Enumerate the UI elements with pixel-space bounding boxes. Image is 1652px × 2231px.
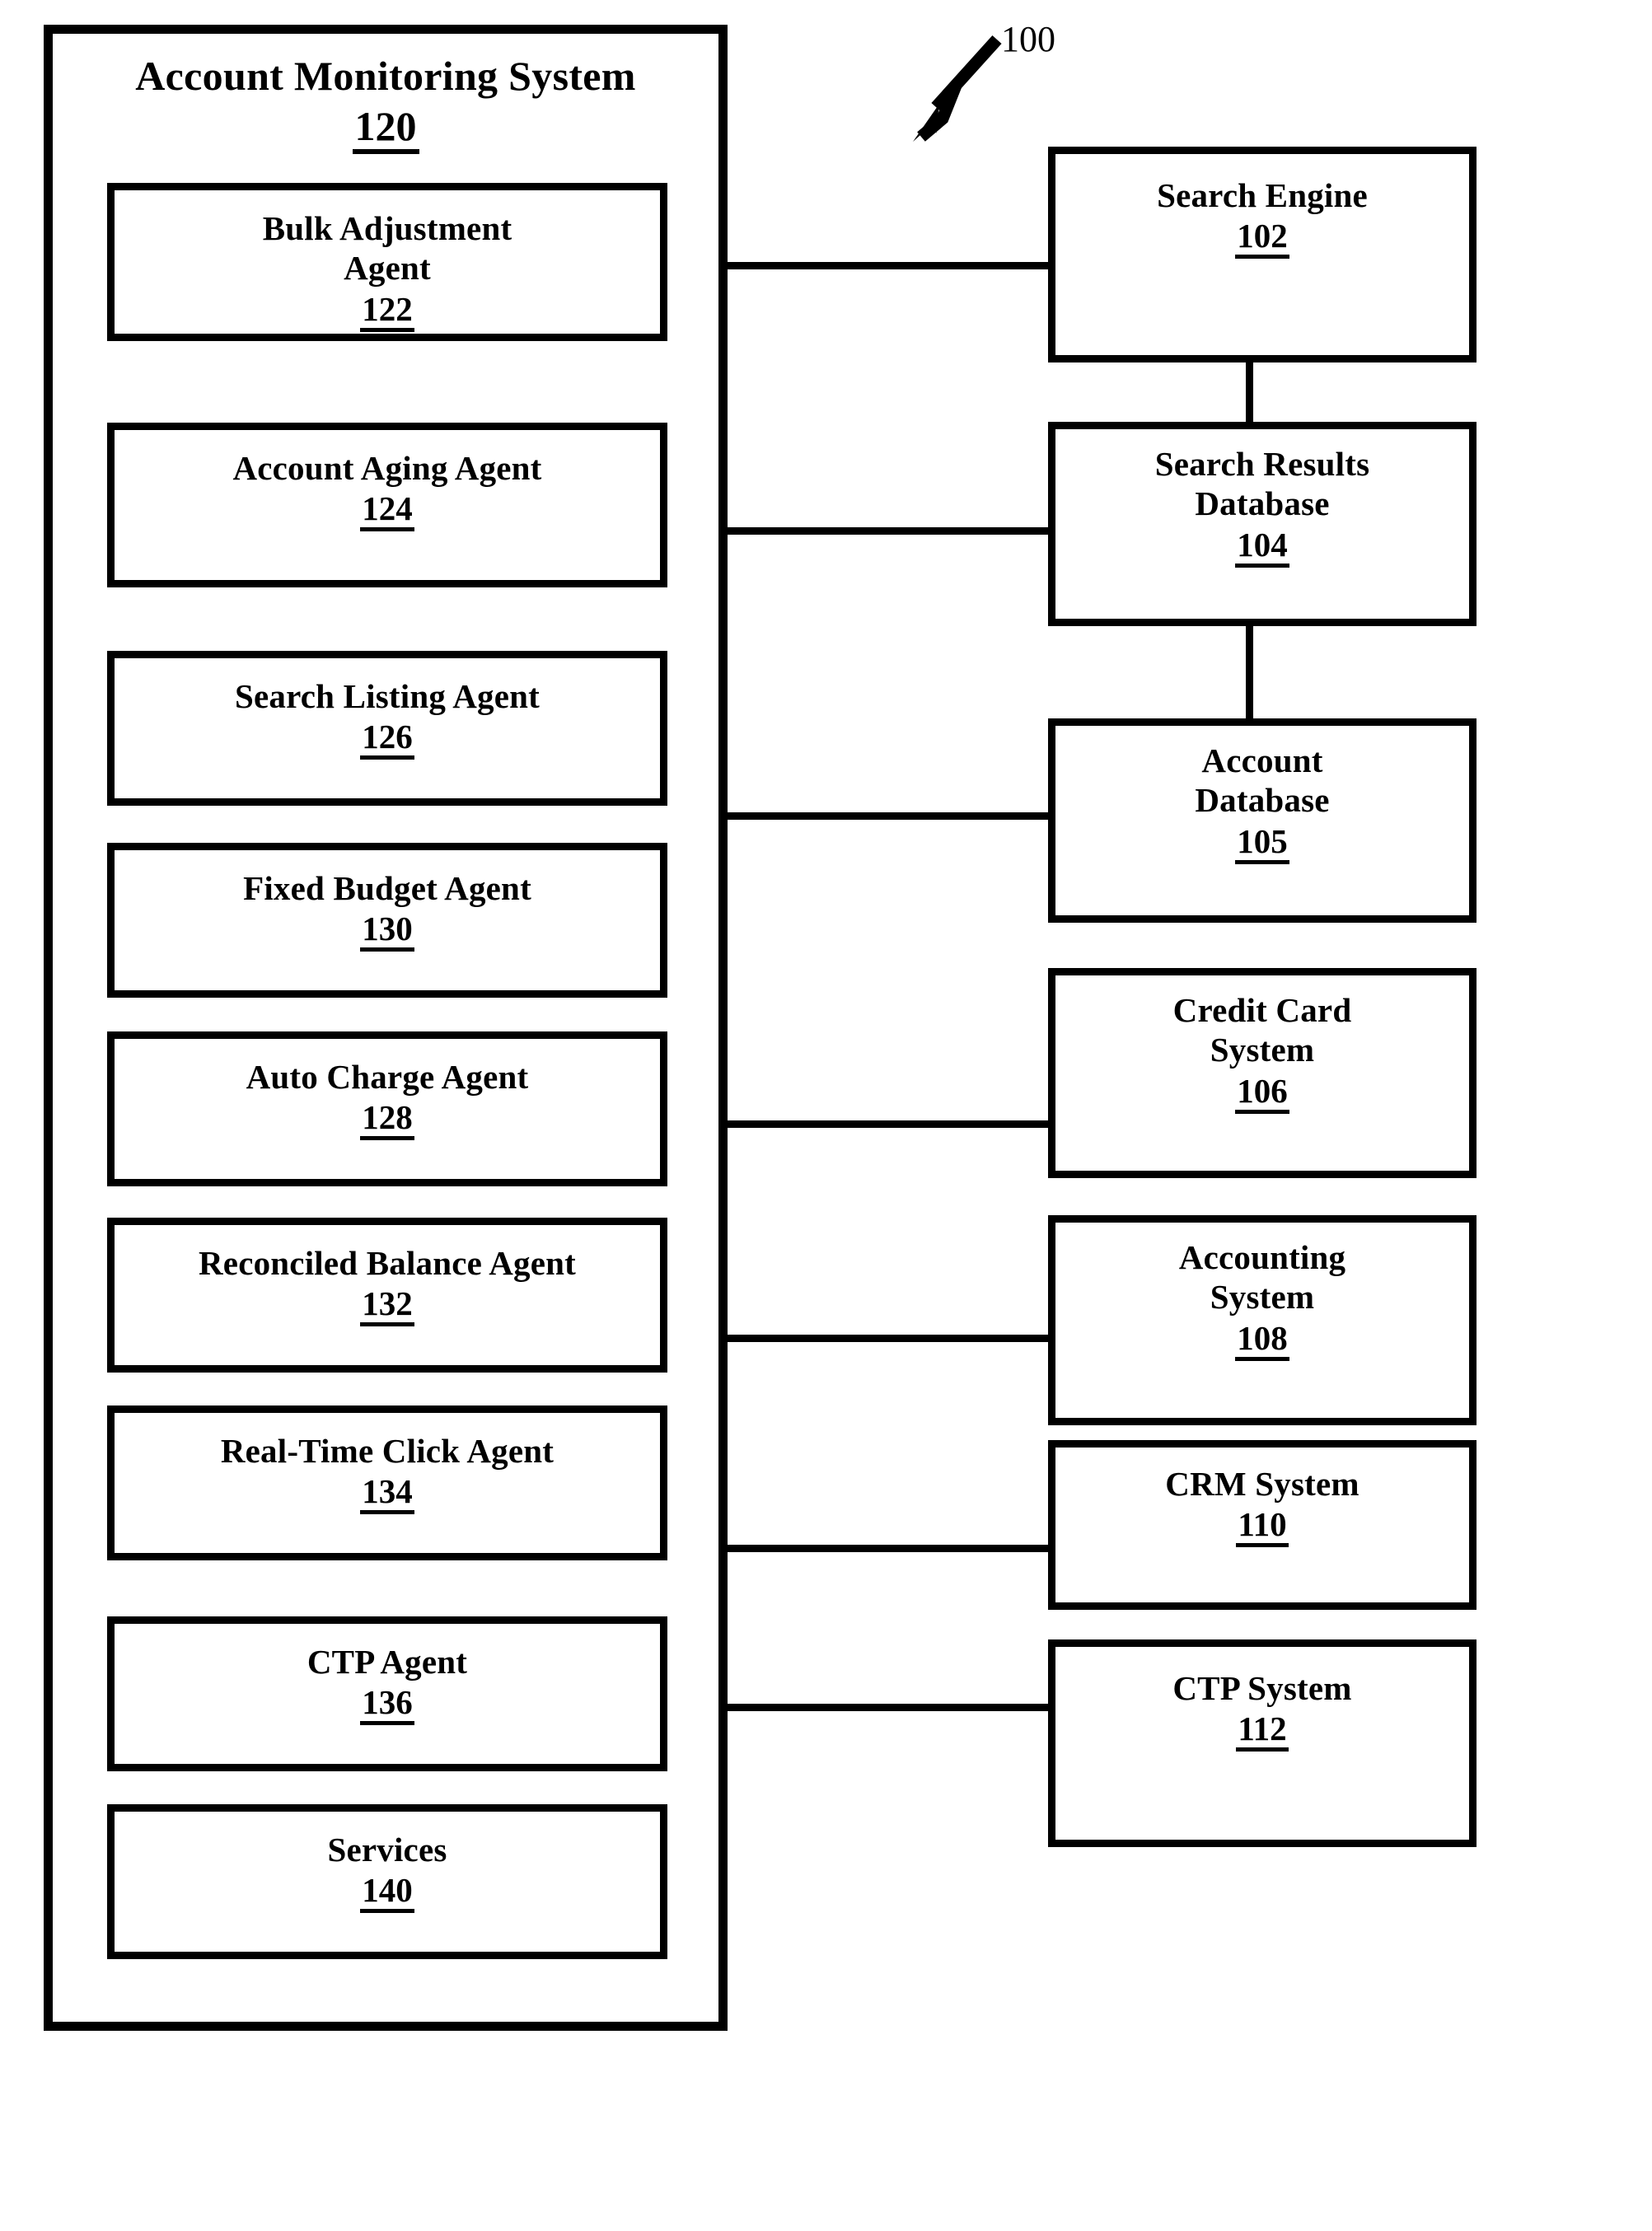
account-database-reference-numeral: 105 (1235, 823, 1289, 864)
reconciled-balance-agent-box[interactable]: Reconciled Balance Agent 132 (107, 1218, 667, 1373)
search-results-database-reference-numeral: 104 (1235, 526, 1289, 568)
connector-account-aging-to-search-results-database (722, 527, 1051, 535)
ctp-agent-box[interactable]: CTP Agent 136 (107, 1616, 667, 1771)
ctp-system-reference-numeral: 112 (1236, 1711, 1289, 1752)
services-title: Services (327, 1831, 447, 1869)
connector-search-engine-to-search-results-database (1246, 362, 1253, 422)
ctp-system-box[interactable]: CTP System 112 (1048, 1639, 1477, 1847)
account-database-box[interactable]: Account Database 105 (1048, 718, 1477, 923)
connector-search-listing-to-account-database (722, 812, 1051, 820)
accounting-system-reference-numeral: 108 (1235, 1320, 1289, 1361)
bulk-adjustment-agent-title-line1: Bulk Adjustment (262, 209, 512, 247)
search-engine-box[interactable]: Search Engine 102 (1048, 147, 1477, 362)
search-engine-title: Search Engine (1157, 176, 1368, 214)
credit-card-system-title-line2: System (1210, 1031, 1315, 1069)
account-aging-agent-reference-numeral: 124 (360, 491, 414, 532)
fixed-budget-agent-title: Fixed Budget Agent (243, 869, 531, 907)
container-title: Account Monitoring System (135, 53, 636, 99)
services-box[interactable]: Services 140 (107, 1804, 667, 1959)
fixed-budget-agent-box[interactable]: Fixed Budget Agent 130 (107, 843, 667, 998)
ctp-system-title: CTP System (1172, 1669, 1352, 1707)
real-time-click-agent-box[interactable]: Real-Time Click Agent 134 (107, 1405, 667, 1560)
bulk-adjustment-agent-reference-numeral: 122 (360, 291, 414, 332)
search-results-database-title-line1: Search Results (1154, 445, 1370, 483)
services-reference-numeral: 140 (360, 1873, 414, 1914)
real-time-click-agent-title: Real-Time Click Agent (220, 1432, 555, 1470)
credit-card-system-reference-numeral: 106 (1235, 1073, 1289, 1114)
connector-bulk-adjustment-to-search-engine (722, 262, 1051, 269)
container-heading: Account Monitoring System 120 (53, 52, 718, 154)
credit-card-system-title-line1: Credit Card (1172, 991, 1352, 1029)
ctp-agent-reference-numeral: 136 (360, 1685, 414, 1726)
accounting-system-title-line2: System (1210, 1278, 1315, 1317)
search-listing-agent-box[interactable]: Search Listing Agent 126 (107, 651, 667, 806)
auto-charge-agent-reference-numeral: 128 (360, 1100, 414, 1141)
account-aging-agent-box[interactable]: Account Aging Agent 124 (107, 423, 667, 587)
connector-reconciled-balance-to-accounting-system (722, 1335, 1051, 1342)
figure-reference-numeral: 100 (1001, 19, 1055, 59)
fixed-budget-agent-reference-numeral: 130 (360, 911, 414, 952)
ctp-agent-title: CTP Agent (307, 1643, 468, 1681)
auto-charge-agent-title: Auto Charge Agent (246, 1058, 529, 1096)
search-results-database-title-line2: Database (1195, 484, 1330, 523)
bulk-adjustment-agent-box[interactable]: Bulk Adjustment Agent 122 (107, 183, 667, 341)
account-database-title-line1: Account (1201, 741, 1323, 779)
accounting-system-box[interactable]: Accounting System 108 (1048, 1215, 1477, 1425)
account-aging-agent-title: Account Aging Agent (232, 449, 542, 487)
bulk-adjustment-agent-title-line2: Agent (344, 249, 431, 288)
credit-card-system-box[interactable]: Credit Card System 106 (1048, 968, 1477, 1178)
connector-auto-charge-to-credit-card-system (722, 1120, 1051, 1128)
crm-system-title: CRM System (1165, 1465, 1360, 1503)
accounting-system-title-line1: Accounting (1178, 1238, 1346, 1276)
connector-search-results-database-to-account-database (1246, 626, 1253, 718)
zigzag-arrow-down-left-icon (913, 35, 1002, 142)
reconciled-balance-agent-reference-numeral: 132 (360, 1286, 414, 1327)
search-listing-agent-reference-numeral: 126 (360, 719, 414, 760)
container-reference-numeral: 120 (352, 105, 419, 154)
crm-system-reference-numeral: 110 (1236, 1507, 1289, 1548)
auto-charge-agent-box[interactable]: Auto Charge Agent 128 (107, 1031, 667, 1186)
reconciled-balance-agent-title: Reconciled Balance Agent (198, 1244, 577, 1282)
search-listing-agent-title: Search Listing Agent (235, 677, 540, 715)
connector-real-time-click-to-crm-system (722, 1545, 1051, 1552)
real-time-click-agent-reference-numeral: 134 (360, 1474, 414, 1515)
search-engine-reference-numeral: 102 (1235, 218, 1289, 260)
crm-system-box[interactable]: CRM System 110 (1048, 1440, 1477, 1610)
search-results-database-box[interactable]: Search Results Database 104 (1048, 422, 1477, 626)
patent-figure: 100 Account Monitoring System 120 Bulk A… (0, 0, 1652, 2231)
account-database-title-line2: Database (1195, 781, 1330, 820)
